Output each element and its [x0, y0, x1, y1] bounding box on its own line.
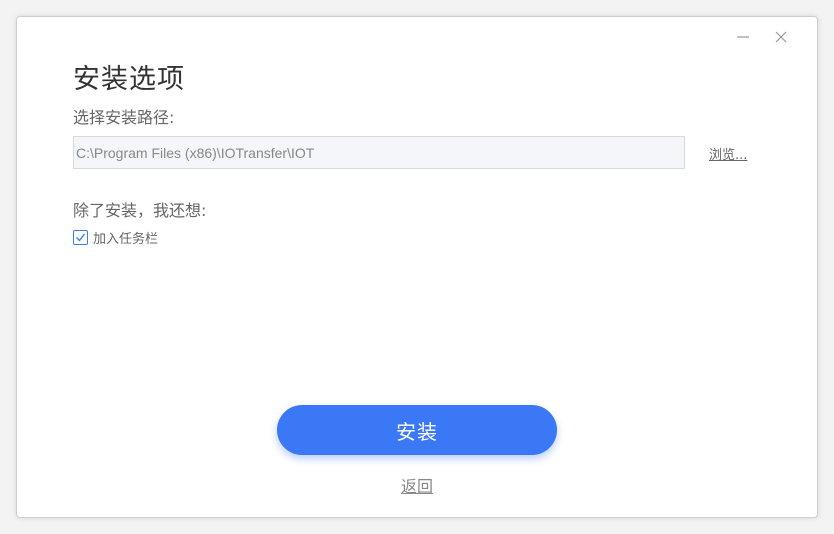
- close-button[interactable]: [769, 25, 793, 49]
- install-button[interactable]: 安装: [277, 405, 557, 455]
- minimize-icon: [737, 36, 749, 38]
- page-title: 安装选项: [73, 64, 185, 95]
- install-path-label: 选择安装路径:: [73, 108, 175, 127]
- minimize-button[interactable]: [731, 25, 755, 49]
- close-icon: [775, 31, 787, 43]
- back-link[interactable]: 返回: [401, 473, 433, 497]
- taskbar-option-label: 加入任务栏: [93, 232, 159, 247]
- taskbar-option[interactable]: 加入任务栏: [73, 228, 158, 247]
- installer-window: 安装选项 选择安装路径: 浏览... 除了安装，我还想: 加入任务栏 安装 返回: [16, 16, 818, 518]
- browse-link[interactable]: 浏览...: [709, 144, 747, 163]
- checkmark-icon: [76, 233, 86, 242]
- install-path-input[interactable]: [73, 136, 685, 169]
- taskbar-checkbox[interactable]: [73, 230, 88, 245]
- extras-label: 除了安装，我还想:: [73, 201, 207, 220]
